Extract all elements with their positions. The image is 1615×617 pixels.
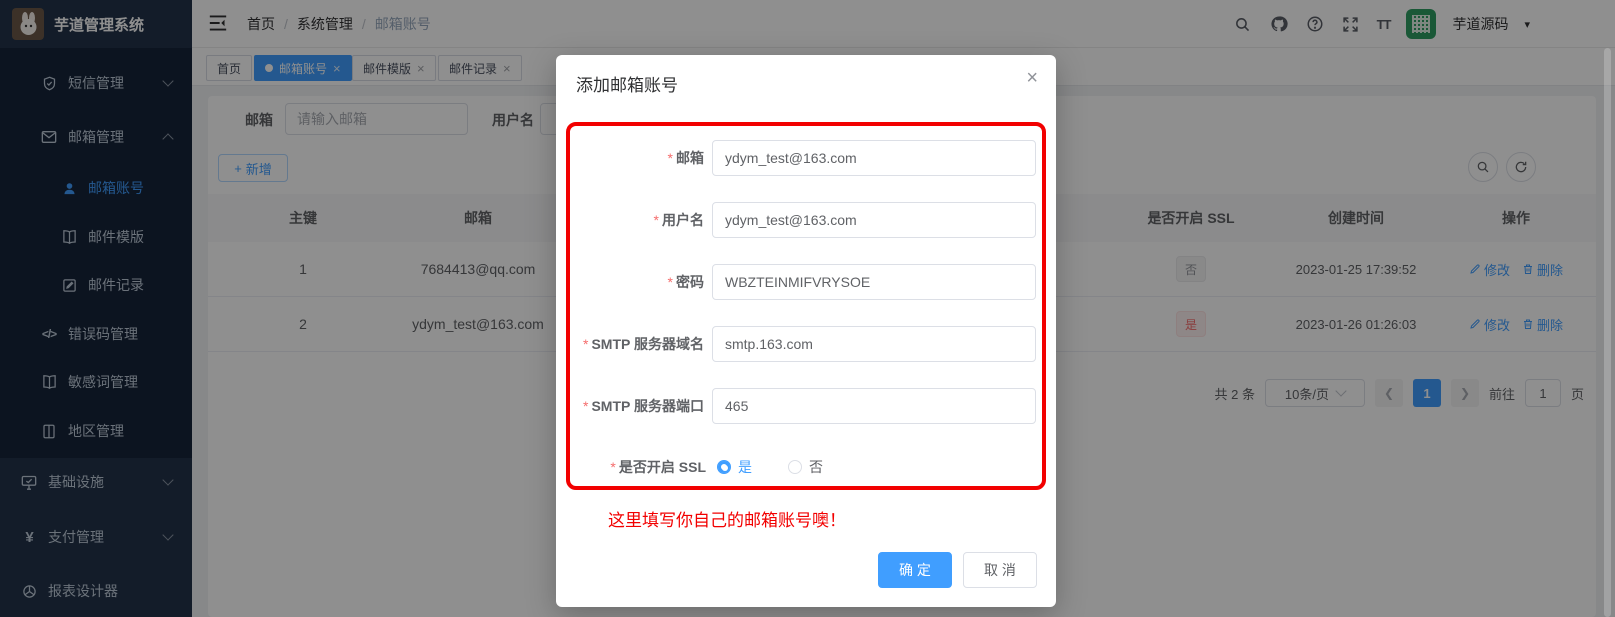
red-annotation-box: [566, 122, 1046, 490]
add-mail-account-dialog: 添加邮箱账号 × *邮箱 *用户名 *密码 *SMTP 服务器域名 *SMTP …: [556, 55, 1056, 607]
email-field[interactable]: [712, 140, 1036, 176]
field-label: SMTP 服务器域名: [591, 336, 704, 352]
field-label: 邮箱: [676, 150, 704, 166]
field-label: 密码: [676, 274, 704, 290]
form-row-ssl: *是否开启 SSL 是 否: [556, 453, 1056, 481]
username-field[interactable]: [712, 202, 1036, 238]
close-icon[interactable]: ×: [1026, 68, 1038, 88]
annotation-text: 这里填写你自己的邮箱账号噢！: [608, 506, 846, 531]
password-field[interactable]: [712, 264, 1036, 300]
dialog-title: 添加邮箱账号: [576, 71, 678, 96]
scrollbar[interactable]: [1604, 48, 1611, 617]
form-row-username: *用户名: [556, 202, 1056, 238]
form-row-password: *密码: [556, 264, 1056, 300]
field-label: 是否开启 SSL: [619, 459, 706, 475]
form-row-smtp-port: *SMTP 服务器端口: [556, 388, 1056, 424]
field-label: SMTP 服务器端口: [591, 398, 704, 414]
radio-unselected-icon: [788, 460, 802, 474]
ssl-radio-yes[interactable]: 是: [717, 457, 752, 477]
cancel-button[interactable]: 取 消: [963, 552, 1037, 588]
form-row-smtp-domain: *SMTP 服务器域名: [556, 326, 1056, 362]
app-root: 芋道管理系统 短信管理 邮箱管理 邮箱账号 邮件模版: [0, 0, 1615, 617]
confirm-button[interactable]: 确 定: [878, 552, 952, 588]
form-row-email: *邮箱: [556, 140, 1056, 176]
smtp-port-field[interactable]: [712, 388, 1036, 424]
smtp-domain-field[interactable]: [712, 326, 1036, 362]
ssl-radio-no[interactable]: 否: [788, 457, 823, 477]
radio-label: 是: [738, 457, 752, 477]
radio-selected-icon: [717, 460, 731, 474]
radio-label: 否: [809, 457, 823, 477]
field-label: 用户名: [662, 212, 704, 228]
